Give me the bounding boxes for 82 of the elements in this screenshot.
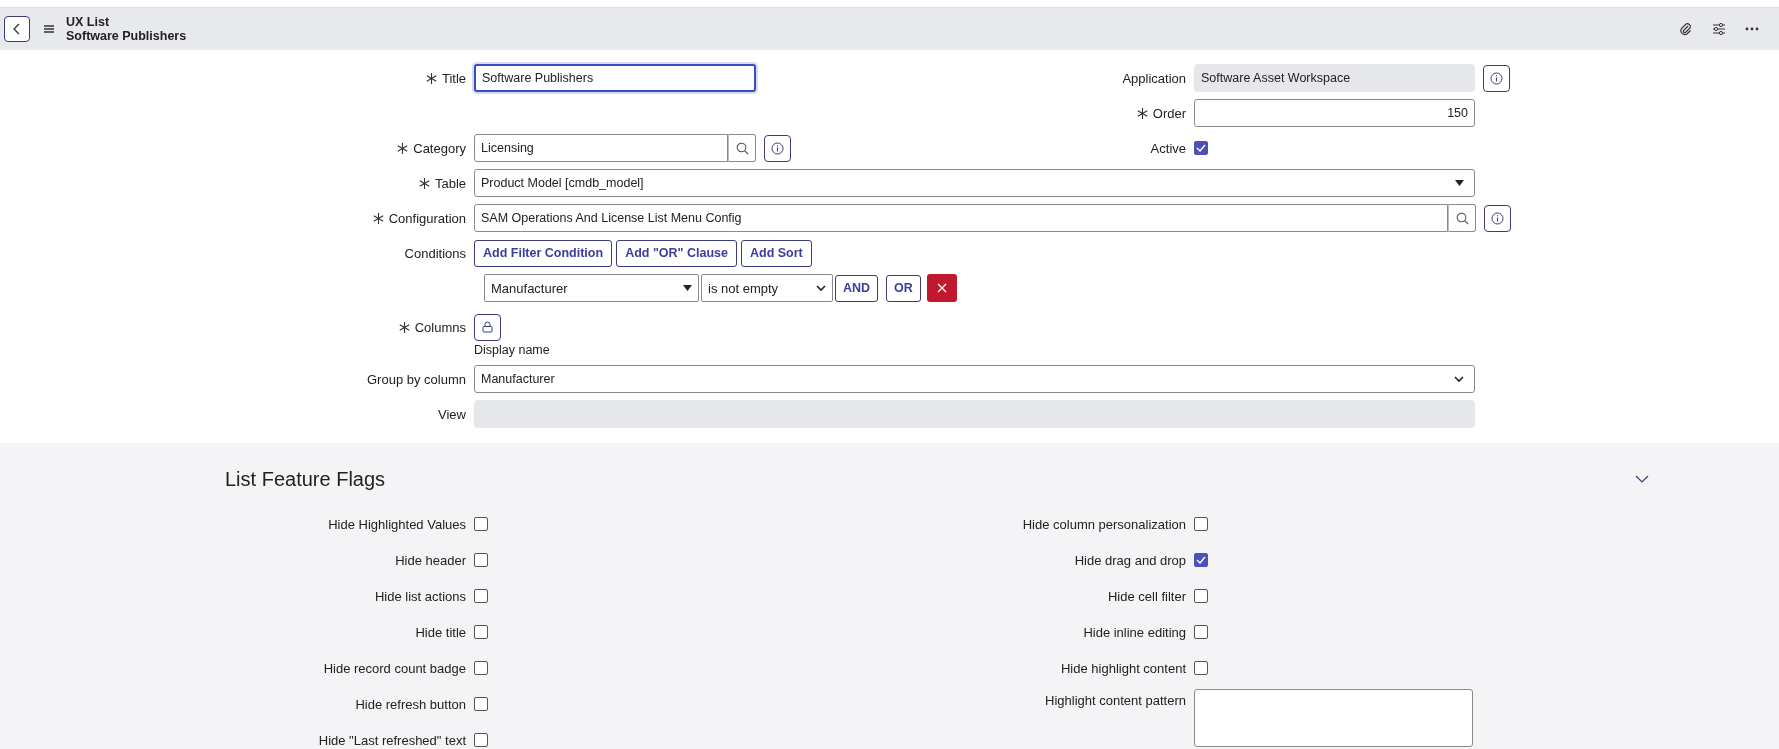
caret-icon [1455, 180, 1464, 186]
table-dropdown[interactable]: Product Model [cmdb_model] [474, 169, 1475, 197]
search-button[interactable] [728, 134, 756, 162]
group-by-dropdown[interactable]: Manufacturer [474, 365, 1475, 393]
flag-checkbox[interactable] [474, 553, 488, 567]
condition-button[interactable]: Add Sort [740, 239, 812, 267]
flag-label: Hide column personalization [1022, 516, 1186, 532]
record-title: Software Publishers [66, 29, 187, 43]
flag-checkbox[interactable] [474, 661, 488, 675]
configuration-field[interactable]: SAM Operations And License List Menu Config [474, 204, 1448, 232]
flag-label: Hide cell filter [1107, 588, 1186, 604]
more-icon[interactable] [1745, 27, 1759, 31]
condition-button[interactable]: Add Filter Condition [474, 239, 613, 267]
flag-label: Hide header [395, 552, 466, 568]
flag-label: Hide drag and drop [1074, 552, 1186, 568]
flag-checkbox[interactable] [474, 517, 488, 531]
flag-label: Highlight content pattern [1045, 693, 1186, 708]
flag-label: Hide Highlighted Values [328, 516, 466, 532]
order-field[interactable]: 150 [1194, 99, 1475, 127]
field-label: Configuration [388, 210, 466, 226]
remove-button[interactable] [926, 274, 957, 302]
flag-checkbox[interactable] [1194, 553, 1208, 567]
field-label: Order [1152, 105, 1186, 121]
flag-checkbox[interactable] [1194, 589, 1208, 603]
info-icon [1490, 71, 1503, 85]
chevron-icon [816, 284, 826, 292]
flag-label: Hide "Last refreshed" text [318, 732, 466, 748]
info-button[interactable] [764, 134, 791, 162]
lock-icon [482, 321, 493, 333]
search-button[interactable] [1448, 204, 1476, 232]
field-label: Conditions [404, 245, 466, 261]
paperclip-icon[interactable] [1679, 22, 1693, 36]
active-checkbox[interactable] [1194, 141, 1208, 155]
flag-label: Hide refresh button [355, 696, 466, 712]
field-label: Category [413, 140, 466, 156]
search-icon [1455, 211, 1469, 225]
pattern-textarea[interactable] [1194, 689, 1473, 747]
field-label: Table [434, 175, 466, 191]
page-type-title: UX List [66, 15, 111, 29]
flag-checkbox[interactable] [1194, 625, 1208, 639]
chevron-icon[interactable] [1635, 475, 1649, 483]
info-button[interactable] [1484, 204, 1511, 232]
field-label: Title [441, 70, 466, 86]
settings-icon[interactable] [1712, 22, 1726, 36]
chevron-icon [1454, 375, 1464, 383]
field-dropdown[interactable]: Manufacturer [484, 274, 699, 302]
lock-button[interactable] [474, 313, 501, 341]
and-button[interactable]: AND [835, 274, 879, 302]
field-label: View [438, 406, 466, 422]
columns-hint: Display name [474, 343, 550, 357]
flag-checkbox[interactable] [474, 589, 488, 603]
flag-label: Hide record count badge [323, 660, 466, 676]
flag-label: Hide list actions [374, 588, 466, 604]
field-label: Columns [414, 319, 466, 335]
flag-checkbox[interactable] [474, 697, 488, 711]
caret-icon [683, 285, 692, 291]
field-label: Application [1122, 70, 1186, 86]
or-button[interactable]: OR [886, 274, 921, 302]
field-label: Active [1150, 140, 1186, 156]
flag-checkbox[interactable] [1194, 661, 1208, 675]
view-field[interactable] [474, 400, 1475, 428]
operator-dropdown[interactable]: is not empty [701, 274, 833, 302]
search-icon [735, 141, 749, 155]
chevron-icon [12, 23, 22, 35]
flag-label: Hide inline editing [1083, 624, 1186, 640]
category-field[interactable]: Licensing [474, 134, 728, 162]
application-field[interactable]: Software Asset Workspace [1194, 64, 1475, 92]
flag-label: Hide title [415, 624, 466, 640]
close-icon [936, 283, 947, 293]
field-label: Group by column [367, 371, 466, 387]
info-icon [771, 141, 784, 155]
title-field[interactable]: Software Publishers [474, 64, 756, 92]
flag-checkbox[interactable] [1194, 517, 1208, 531]
info-icon [1491, 211, 1504, 225]
flag-label: Hide highlight content [1060, 660, 1186, 676]
menu-icon[interactable] [44, 25, 54, 33]
flag-checkbox[interactable] [474, 625, 488, 639]
section-title: List Feature Flags [225, 467, 386, 491]
condition-button[interactable]: Add "OR" Clause [616, 239, 737, 267]
flag-checkbox[interactable] [474, 733, 488, 747]
back-button[interactable] [4, 16, 30, 42]
info-button[interactable] [1483, 64, 1510, 92]
